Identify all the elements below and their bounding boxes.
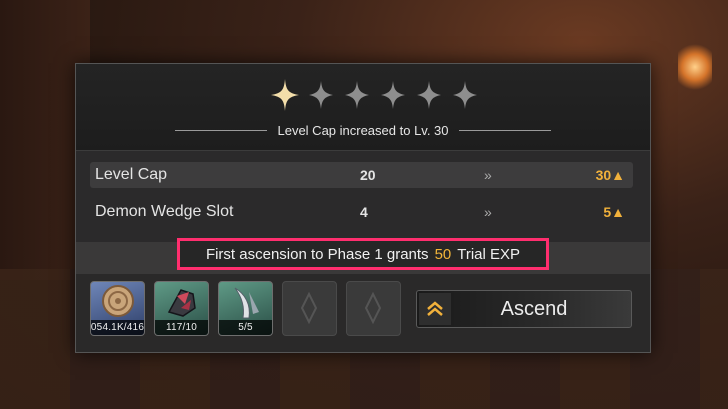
material-slot-empty — [282, 281, 337, 336]
level-cap-text: Level Cap increased to Lv. 30 — [277, 122, 449, 138]
stat-row-demon-wedge-slot: Demon Wedge Slot 4 » 5▲ — [90, 199, 633, 225]
double-chevron-icon: » — [484, 167, 492, 183]
star-empty-icon — [345, 81, 369, 109]
double-chevron-icon: » — [484, 204, 492, 220]
material-slot-curved-blade[interactable]: 5/5 — [218, 281, 273, 336]
stat-new-value: 30▲ — [595, 167, 625, 183]
star-filled-icon — [271, 79, 299, 111]
star-empty-icon — [309, 81, 333, 109]
ascension-header: Level Cap increased to Lv. 30 — [76, 64, 650, 151]
ascension-panel: Level Cap increased to Lv. 30 Level Cap … — [75, 63, 651, 353]
divider — [458, 129, 551, 131]
level-cap-banner: Level Cap increased to Lv. 30 — [76, 120, 650, 140]
stat-new-value: 5▲ — [603, 204, 625, 220]
ascend-button[interactable]: Ascend — [416, 290, 632, 328]
stat-current-value: 4 — [360, 204, 368, 220]
divider — [175, 129, 268, 131]
stat-row-level-cap: Level Cap 20 » 30▲ — [90, 162, 633, 188]
background-lamp — [678, 44, 712, 90]
phase-stars — [270, 78, 480, 112]
notice-prefix: First ascension to Phase 1 grants — [205, 245, 429, 263]
curved-blade-icon — [234, 287, 259, 319]
empty-slot-icon — [364, 291, 382, 325]
stat-name: Demon Wedge Slot — [95, 203, 234, 220]
star-empty-icon — [453, 81, 477, 109]
stat-name: Level Cap — [95, 166, 168, 183]
ascension-reward-notice: First ascension to Phase 1 grants 50 Tri… — [177, 238, 549, 270]
stat-current-value: 20 — [360, 167, 376, 183]
material-count: 117/10 — [155, 320, 208, 335]
notice-suffix: Trial EXP — [457, 245, 521, 263]
star-empty-icon — [381, 81, 405, 109]
material-count: 1054.1K/4160 — [90, 320, 145, 335]
notice-amount: 50 — [434, 245, 452, 263]
coin-icon — [102, 285, 134, 317]
red-crystal-blade-icon — [167, 289, 196, 317]
material-slot-coin[interactable]: 1054.1K/4160 — [90, 281, 145, 336]
material-count: 5/5 — [219, 320, 272, 335]
materials-bar: 1054.1K/4160 117/10 5/5 — [76, 274, 650, 352]
material-slot-empty — [346, 281, 401, 336]
star-empty-icon — [417, 81, 441, 109]
material-slot-red-crystal[interactable]: 117/10 — [154, 281, 209, 336]
ascend-button-label: Ascend — [500, 297, 568, 320]
empty-slot-icon — [300, 291, 318, 325]
